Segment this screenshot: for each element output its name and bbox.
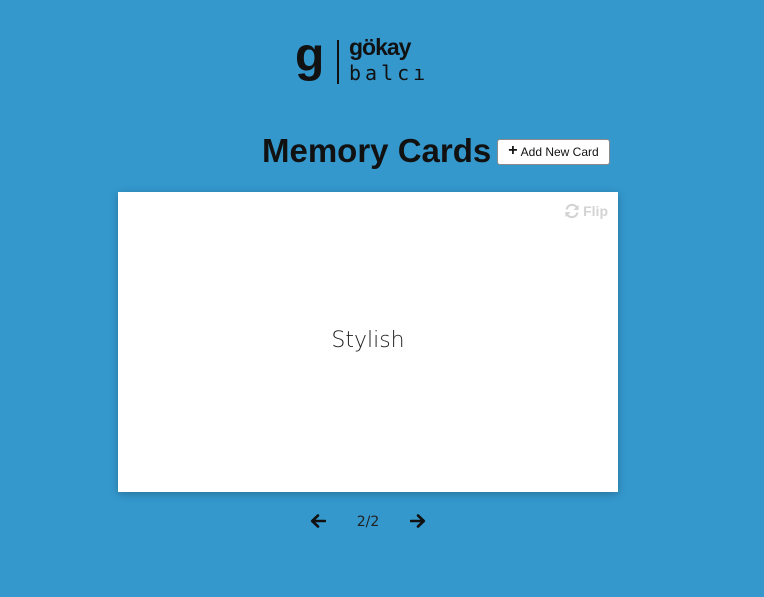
flip-label: Flip	[583, 203, 608, 219]
card-navigation: 2/2	[300, 509, 436, 535]
logo: g gökay balcı	[295, 32, 445, 88]
logo-divider	[337, 40, 339, 84]
previous-card-button[interactable]	[305, 509, 331, 535]
add-new-card-label: Add New Card	[520, 145, 599, 159]
arrow-right-icon	[409, 513, 426, 531]
next-card-button[interactable]	[405, 509, 431, 535]
logo-bottom-text: balcı	[349, 61, 430, 85]
page-title: Memory Cards	[262, 132, 492, 169]
plus-icon: +	[508, 142, 518, 159]
logo-mark: g	[295, 29, 324, 82]
card-counter: 2/2	[356, 514, 380, 530]
logo-top-text: gökay	[349, 34, 411, 60]
add-new-card-button[interactable]: + Add New Card	[497, 139, 610, 165]
memory-card[interactable]: Flip Stylish	[118, 192, 618, 492]
card-text: Stylish	[331, 328, 405, 353]
refresh-icon	[564, 203, 580, 219]
flip-button[interactable]: Flip	[564, 203, 608, 219]
arrow-left-icon	[310, 513, 327, 531]
